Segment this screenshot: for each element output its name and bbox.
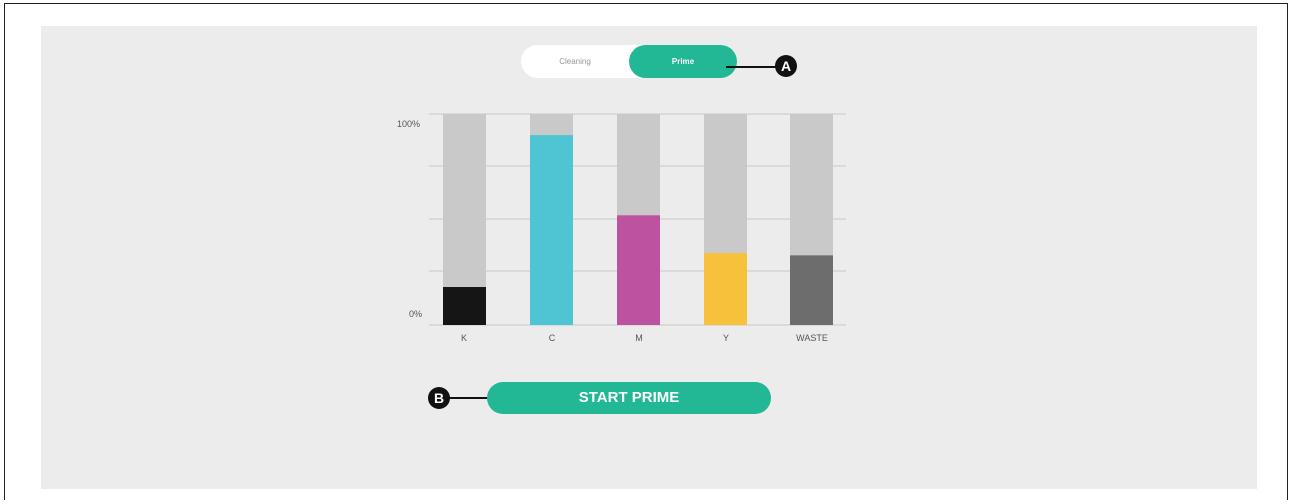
callout-b-badge: B	[428, 387, 450, 409]
x-label-m: M	[635, 333, 643, 343]
callout-b-line	[449, 397, 489, 399]
callout-a-line	[726, 66, 776, 68]
x-label-y: Y	[722, 333, 729, 343]
y-tick-0: 0%	[409, 309, 423, 319]
mode-toggle[interactable]: Cleaning Prime	[521, 45, 737, 78]
callout-a-badge: A	[775, 55, 797, 77]
x-label-waste: WASTE	[796, 333, 828, 343]
x-label-c: C	[548, 333, 556, 343]
y-tick-100: 100%	[397, 119, 421, 129]
toggle-cleaning[interactable]: Cleaning	[521, 45, 629, 78]
start-prime-button[interactable]: START PRIME	[487, 382, 771, 414]
main-panel	[41, 26, 1257, 489]
x-label-k: K	[460, 333, 467, 343]
toggle-prime[interactable]: Prime	[629, 45, 737, 78]
